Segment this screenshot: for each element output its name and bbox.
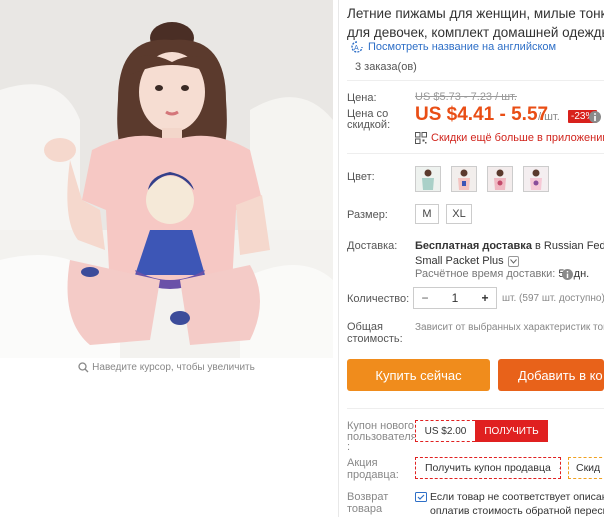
- translate-title-link[interactable]: A Посмотреть название на английском: [350, 41, 556, 53]
- returns-info: Если товар не соответствует описани опла…: [415, 490, 604, 518]
- divider: [347, 153, 604, 154]
- chevron-down-icon: [558, 467, 560, 469]
- shipping-label: Доставка:: [347, 240, 398, 252]
- seller-coupon-dropdown-text: Получить купон продавца: [425, 462, 551, 474]
- get-coupon-button[interactable]: ПОЛУЧИТЬ: [475, 420, 548, 442]
- seller-promo-label-2: продавца:: [347, 469, 399, 481]
- column-divider: [338, 0, 339, 517]
- seller-discount-more[interactable]: Скид: [568, 457, 604, 479]
- zoom-hint-text: Наведите курсор, чтобы увеличить: [92, 362, 255, 373]
- price-label: Цена:: [347, 92, 377, 104]
- old-price: US $5.73 - 7.23 / шт.: [415, 91, 517, 103]
- shipping-destination[interactable]: в Russian Federati: [532, 240, 604, 252]
- discount-price-label-2: скидкой:: [347, 119, 391, 131]
- quantity-input[interactable]: 1: [436, 288, 474, 308]
- shipping-info: Бесплатная доставка в Russian Federati S…: [415, 239, 604, 269]
- buy-now-button[interactable]: Купить сейчас: [347, 359, 490, 391]
- add-to-cart-button[interactable]: Добавить в ко: [498, 359, 604, 391]
- quantity-stepper: − 1 +: [413, 287, 497, 309]
- info-icon[interactable]: [588, 110, 602, 124]
- shipping-method-dropdown[interactable]: [507, 256, 519, 267]
- translate-icon: A: [351, 41, 363, 53]
- product-photo-illustration: [0, 0, 333, 358]
- quantity-available: шт. (597 шт. доступно): [502, 293, 604, 304]
- size-option-xl[interactable]: XL: [446, 204, 472, 224]
- color-swatch-2[interactable]: [451, 166, 477, 192]
- return-policy-icon: [415, 492, 427, 503]
- size-option-m[interactable]: M: [415, 204, 439, 224]
- translate-title-text: Посмотреть название на английском: [368, 41, 557, 53]
- quantity-increase-button[interactable]: +: [474, 288, 496, 308]
- total-note: Зависит от выбранных характеристик това: [415, 322, 604, 333]
- new-user-coupon-label-2: пользователя: [347, 431, 417, 443]
- search-icon: [78, 362, 89, 373]
- app-discount-text: Скидки ещё больше в приложении: [431, 132, 604, 144]
- discount-price: US $4.41 - 5.57: [415, 104, 549, 125]
- quantity-label: Количество:: [347, 293, 410, 305]
- color-swatch-4[interactable]: [523, 166, 549, 192]
- shipping-method: Small Packet Plus: [415, 255, 504, 267]
- new-user-coupon: US $2.00 ПОЛУЧИТЬ: [415, 420, 548, 442]
- seller-coupon-dropdown[interactable]: Получить купон продавца: [415, 457, 561, 479]
- coupon-value: US $2.00: [415, 420, 475, 442]
- color-swatch-3[interactable]: [487, 166, 513, 192]
- orders-count: 3 заказа(ов): [355, 61, 417, 73]
- product-title-line-2: для девочек, комплект домашней одежды дл…: [347, 25, 604, 40]
- color-label: Цвет:: [347, 171, 375, 183]
- divider: [347, 408, 604, 409]
- new-user-coupon-label-3: :: [347, 441, 351, 453]
- zoom-hint: Наведите курсор, чтобы увеличить: [0, 362, 333, 373]
- chevron-down-icon: [509, 259, 517, 264]
- app-discount-link[interactable]: Скидки ещё больше в приложении: [415, 132, 604, 144]
- total-label-2: стоимость:: [347, 333, 403, 345]
- returns-label-2: товара: [347, 503, 383, 515]
- product-image[interactable]: [0, 0, 333, 358]
- info-icon[interactable]: [561, 268, 574, 281]
- price-unit: / шт.: [538, 111, 560, 123]
- product-title-line-1: Летние пижамы для женщин, милые тонкие ж: [347, 6, 604, 21]
- qr-code-icon: [415, 132, 427, 144]
- quantity-decrease-button[interactable]: −: [414, 288, 436, 308]
- color-swatch-1[interactable]: [415, 166, 441, 192]
- divider: [347, 80, 604, 81]
- svg-text:A: A: [354, 45, 359, 52]
- free-shipping-text: Бесплатная доставка: [415, 240, 532, 252]
- returns-line-1: Если товар не соответствует описани: [430, 491, 604, 503]
- delivery-estimate-label: Расчётное время доставки:: [415, 268, 556, 280]
- size-label: Размер:: [347, 209, 388, 221]
- product-title: Летние пижамы для женщин, милые тонкие ж…: [347, 4, 604, 42]
- returns-line-2: оплатив стоимость обратной пересыл: [430, 505, 604, 517]
